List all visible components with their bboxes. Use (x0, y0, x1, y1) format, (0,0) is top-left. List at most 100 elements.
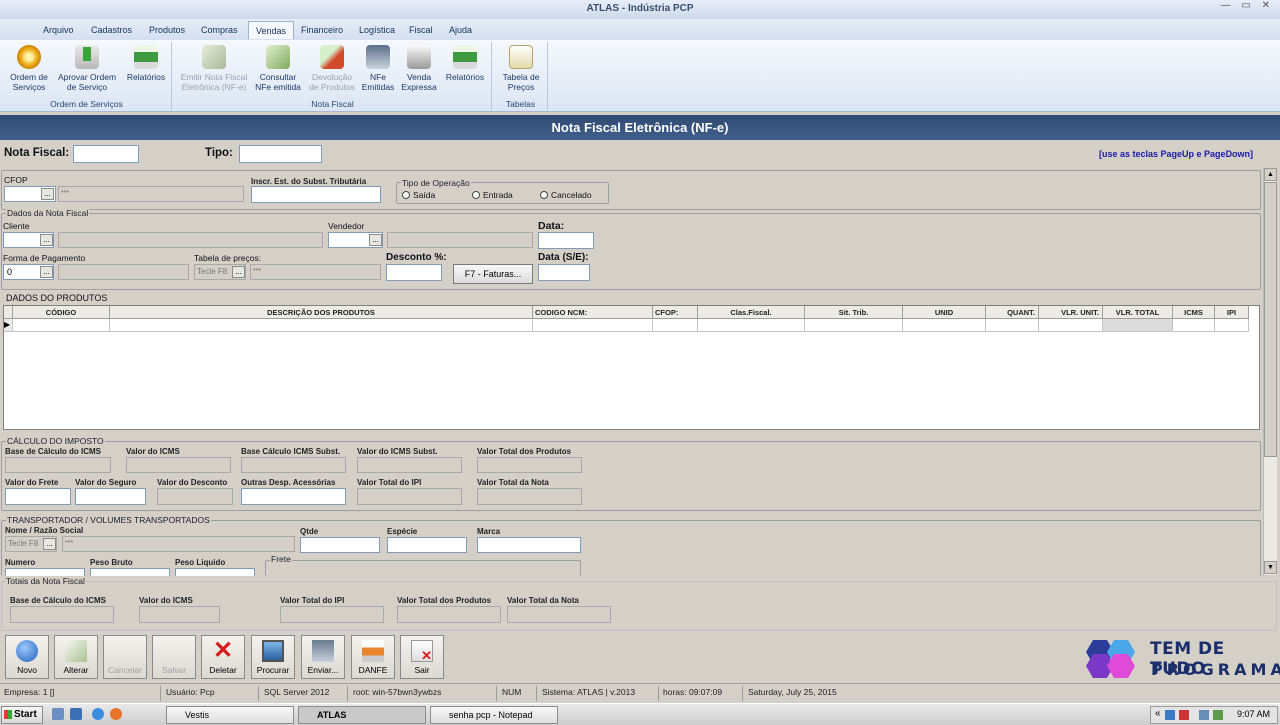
col-sit-trib[interactable]: Sit. Trib. (805, 306, 903, 319)
vertical-scrollbar[interactable]: ▲ ▼ (1263, 168, 1277, 575)
menu-fiscal[interactable]: Fiscal (402, 21, 440, 39)
cancelar-button[interactable]: Cancelar (103, 635, 147, 679)
tabela-precos-lookup-button[interactable]: ... (232, 266, 245, 278)
data-input[interactable] (538, 232, 594, 249)
menu-produtos[interactable]: Produtos (142, 21, 192, 39)
devolucao-button[interactable]: Devolução de Produtos (306, 45, 358, 92)
forma-pagamento-lookup-button[interactable]: ... (40, 266, 53, 278)
ordem-servicos-button[interactable]: Ordem de Serviços (6, 45, 52, 92)
quicklaunch-desktop-icon[interactable] (70, 708, 82, 720)
procurar-button[interactable]: Procurar (251, 635, 295, 679)
novo-button[interactable]: Novo (5, 635, 49, 679)
faturas-button[interactable]: F7 - Faturas... (453, 264, 533, 284)
sair-button[interactable]: ✕ Sair (400, 635, 444, 679)
col-unid[interactable]: UNID (903, 306, 986, 319)
produtos-grid[interactable]: CÓDIGO DESCRIÇÃO DOS PRODUTOS CODIGO NCM… (3, 305, 1260, 430)
tray-expand-icon[interactable]: « (1155, 708, 1161, 719)
menu-vendas[interactable]: Vendas (248, 21, 295, 39)
scroll-down-icon[interactable]: ▼ (1264, 561, 1277, 574)
col-cfop[interactable]: CFOP: (653, 306, 698, 319)
tipo-label: Tipo: (205, 147, 233, 159)
input-valor-seguro[interactable] (75, 488, 146, 505)
tray-monitor-icon[interactable] (1199, 710, 1209, 720)
danfe-button[interactable]: DANFE (351, 635, 395, 679)
field-valor-desconto (157, 488, 233, 505)
window-controls[interactable]: — ▭ ✕ (1221, 0, 1274, 17)
marca-input[interactable] (477, 537, 581, 553)
col-ipi[interactable]: IPI (1215, 306, 1249, 319)
radio-saida[interactable]: Saída (402, 190, 435, 200)
table-cell[interactable] (110, 319, 533, 332)
radio-entrada[interactable]: Entrada (472, 190, 513, 200)
table-cell[interactable] (13, 319, 110, 332)
peso-liquido-input[interactable] (175, 568, 255, 576)
cliente-lookup-button[interactable]: ... (40, 234, 53, 246)
label-base-icms: Base de Cálculo do ICMS (5, 447, 102, 456)
start-button[interactable]: Start (1, 706, 43, 724)
task-vestis[interactable]: Vestis (166, 706, 294, 724)
tabela-precos-button[interactable]: Tabela de Preços (496, 45, 546, 92)
qtde-input[interactable] (300, 537, 380, 553)
col-vlr-unit[interactable]: VLR. UNIT. (1039, 306, 1103, 319)
quicklaunch-firefox-icon[interactable] (110, 708, 122, 720)
col-codigo[interactable]: CÓDIGO (13, 306, 110, 319)
menu-logistica[interactable]: Logística (352, 21, 402, 39)
quicklaunch-explorer-icon[interactable] (52, 708, 64, 720)
col-ncm[interactable]: CODIGO NCM: (533, 306, 653, 319)
table-cell[interactable] (653, 319, 698, 332)
desconto-input[interactable] (386, 264, 442, 281)
emitir-nfe-button[interactable]: Emitir Nota Fiscal Eletrônica (NF-e) (176, 45, 252, 92)
scroll-up-icon[interactable]: ▲ (1264, 168, 1277, 181)
col-quant[interactable]: QUANT. (986, 306, 1039, 319)
table-cell[interactable] (986, 319, 1039, 332)
col-clas-fiscal[interactable]: Clas.Fiscal. (698, 306, 805, 319)
input-outras-despesas[interactable] (241, 488, 346, 505)
totais-label-total-nota: Valor Total da Nota (507, 596, 579, 605)
venda-expressa-button[interactable]: Venda Expressa (398, 45, 440, 92)
nota-fiscal-input[interactable] (73, 145, 139, 163)
relatorios-nf-button[interactable]: Relatórios (442, 45, 488, 82)
table-cell[interactable] (1215, 319, 1249, 332)
nfe-emitidas-button[interactable]: NFe Emitidas (360, 45, 396, 92)
col-descricao[interactable]: DESCRIÇÃO DOS PRODUTOS (110, 306, 533, 319)
radio-cancelado[interactable]: Cancelado (540, 190, 592, 200)
transportador-lookup-button[interactable]: ... (43, 538, 56, 550)
table-cell[interactable] (805, 319, 903, 332)
table-cell[interactable] (1039, 319, 1103, 332)
tipo-input[interactable] (239, 145, 322, 163)
numero-input[interactable] (5, 568, 85, 576)
enviar-button[interactable]: Enviar... (301, 635, 345, 679)
alterar-button[interactable]: Alterar (54, 635, 98, 679)
col-icms[interactable]: ICMS (1173, 306, 1215, 319)
menu-cadastros[interactable]: Cadastros (84, 21, 139, 39)
tray-clock[interactable]: 9:07 AM (1237, 709, 1270, 719)
tray-app-icon[interactable] (1179, 710, 1189, 720)
task-notepad[interactable]: senha pcp - Notepad (430, 706, 558, 724)
salvar-button[interactable]: Salvar (152, 635, 196, 679)
data-se-input[interactable] (538, 264, 590, 281)
input-valor-frete[interactable] (5, 488, 71, 505)
tray-volume-icon[interactable] (1213, 710, 1223, 720)
relatorios-os-button[interactable]: Relatórios (122, 45, 170, 82)
table-cell[interactable] (1173, 319, 1215, 332)
tray-network-icon[interactable] (1165, 710, 1175, 720)
table-cell[interactable] (533, 319, 653, 332)
task-atlas[interactable]: ATLAS (298, 706, 426, 724)
scroll-thumb[interactable] (1264, 182, 1277, 457)
aprovar-ordem-button[interactable]: Aprovar Ordem de Serviço (54, 45, 120, 92)
especie-input[interactable] (387, 537, 467, 553)
vendedor-lookup-button[interactable]: ... (369, 234, 382, 246)
col-vlr-total[interactable]: VLR. TOTAL (1103, 306, 1173, 319)
menu-arquivo[interactable]: Arquivo (36, 21, 81, 39)
cfop-lookup-button[interactable]: ... (41, 188, 54, 200)
menu-ajuda[interactable]: Ajuda (442, 21, 479, 39)
peso-bruto-input[interactable] (90, 568, 170, 576)
menu-compras[interactable]: Compras (194, 21, 245, 39)
table-cell[interactable] (903, 319, 986, 332)
deletar-button[interactable]: ✕ Deletar (201, 635, 245, 679)
consultar-nfe-button[interactable]: Consultar NFe emitida (252, 45, 304, 92)
table-cell[interactable] (698, 319, 805, 332)
inscr-input[interactable] (251, 186, 381, 203)
quicklaunch-ie-icon[interactable] (92, 708, 104, 720)
menu-financeiro[interactable]: Financeiro (294, 21, 350, 39)
